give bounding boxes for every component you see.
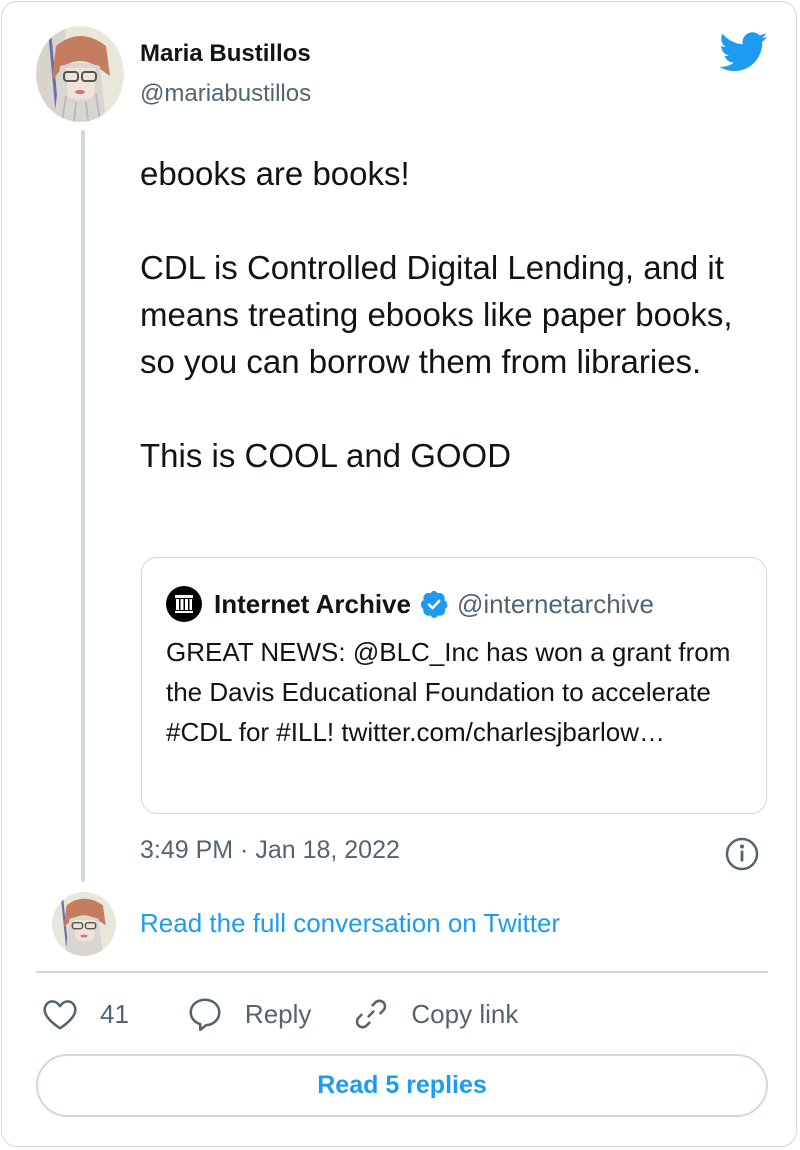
divider <box>36 971 768 973</box>
speech-bubble-icon <box>189 998 221 1032</box>
action-bar: 41 Reply Copy link <box>40 995 518 1033</box>
read-full-conversation-link[interactable]: Read the full conversation on Twitter <box>140 908 560 939</box>
author-avatar-small[interactable] <box>52 892 116 956</box>
tweet-timestamp[interactable]: 3:49 PM · Jan 18, 2022 <box>140 836 400 865</box>
quoted-author-name: Internet Archive <box>214 588 411 619</box>
tweet-embed-card: Maria Bustillos @mariabustillos ebooks a… <box>1 1 797 1147</box>
copy-link-label: Copy link <box>411 998 519 1029</box>
like-count: 41 <box>100 998 129 1029</box>
author-avatar[interactable] <box>36 26 124 122</box>
author-handle[interactable]: @mariabustillos <box>140 80 311 108</box>
quoted-tweet-text: GREAT NEWS: @BLC_Inc has won a grant fro… <box>166 637 731 747</box>
thread-line <box>81 130 85 882</box>
link-icon <box>356 999 387 1029</box>
reply-label: Reply <box>244 998 312 1029</box>
heart-icon <box>43 1000 77 1030</box>
like-button[interactable]: 41 <box>40 995 129 1033</box>
quoted-author-handle: @internetarchive <box>456 588 654 619</box>
copy-link-button[interactable]: Copy link <box>351 995 518 1033</box>
author-name[interactable]: Maria Bustillos <box>140 40 311 68</box>
quoted-tweet[interactable]: Internet Archive @internetarchive GREAT … <box>141 557 767 814</box>
twitter-bird-icon[interactable] <box>719 32 768 72</box>
verified-badge-icon <box>419 589 449 619</box>
internet-archive-logo-icon <box>166 586 202 622</box>
reply-button[interactable]: Reply <box>185 995 311 1033</box>
quoted-tweet-header: Internet Archive @internetarchive <box>166 586 654 622</box>
tweet-text: ebooks are books! CDL is Controlled Digi… <box>140 155 733 474</box>
read-replies-button[interactable]: Read 5 replies <box>36 1054 768 1117</box>
info-icon[interactable] <box>722 836 762 872</box>
